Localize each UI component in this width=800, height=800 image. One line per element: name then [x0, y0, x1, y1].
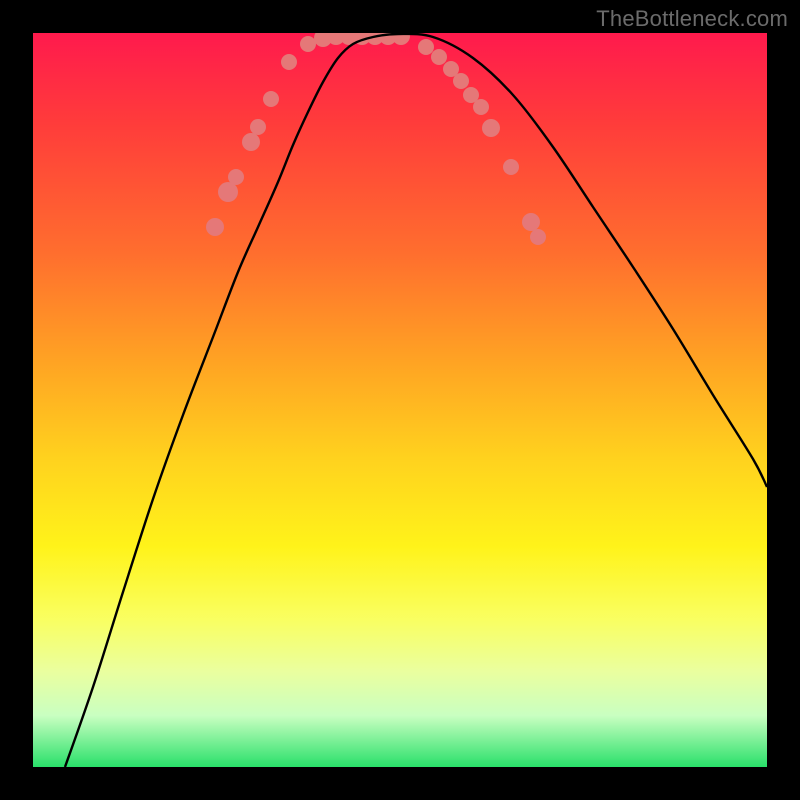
watermark-text: TheBottleneck.com — [596, 6, 788, 32]
data-marker — [228, 169, 244, 185]
data-marker — [473, 99, 489, 115]
data-marker — [418, 39, 434, 55]
data-marker — [206, 218, 224, 236]
data-marker — [482, 119, 500, 137]
data-marker — [300, 36, 316, 52]
data-marker — [281, 54, 297, 70]
chart-frame: TheBottleneck.com — [0, 0, 800, 800]
plot-area — [33, 33, 767, 767]
data-marker — [431, 49, 447, 65]
data-markers — [206, 33, 546, 245]
data-marker — [218, 182, 238, 202]
bottleneck-curve — [65, 34, 767, 767]
data-marker — [530, 229, 546, 245]
data-marker — [453, 73, 469, 89]
data-marker — [242, 133, 260, 151]
data-marker — [250, 119, 266, 135]
data-marker — [263, 91, 279, 107]
data-marker — [503, 159, 519, 175]
data-marker — [522, 213, 540, 231]
curve-svg — [33, 33, 767, 767]
